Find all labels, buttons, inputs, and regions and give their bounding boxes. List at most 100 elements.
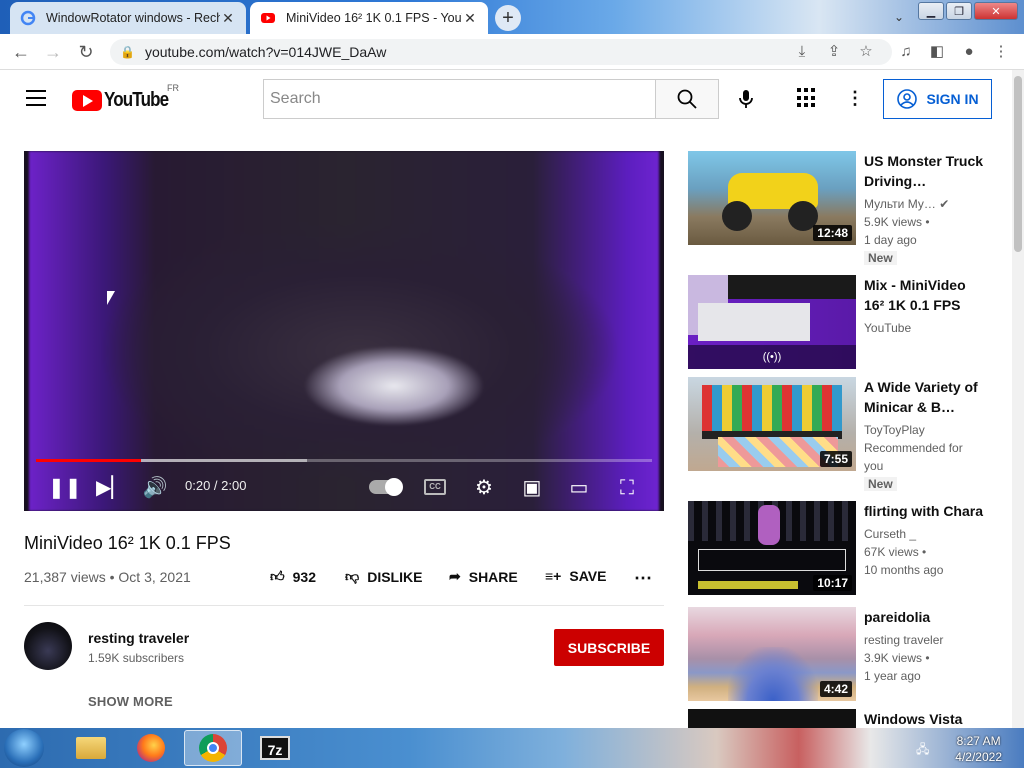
youtube-play-icon bbox=[72, 90, 102, 111]
rec-age: 10 months ago bbox=[864, 563, 944, 577]
volume-icon[interactable]: 🔊 bbox=[142, 475, 168, 501]
settings-more-icon[interactable]: ⋮ bbox=[845, 88, 865, 108]
country-code: FR bbox=[167, 83, 179, 93]
rec-views: 3.9K views • bbox=[864, 651, 930, 665]
microphone-icon[interactable] bbox=[734, 87, 758, 111]
tab-windowrotator[interactable]: WindowRotator windows - Reche ✕ bbox=[10, 2, 246, 34]
search-input[interactable]: Search bbox=[263, 79, 656, 119]
chrome-icon bbox=[199, 734, 227, 762]
install-icon[interactable]: ⤓ bbox=[792, 42, 812, 62]
sevenzip-icon: 7z bbox=[260, 736, 290, 760]
logo-text: YouTube bbox=[104, 89, 169, 111]
share-button[interactable]: ➦ SHARE bbox=[449, 568, 518, 585]
new-badge: New bbox=[864, 477, 897, 491]
playlist-add-icon: ≡+ bbox=[545, 568, 562, 584]
close-tab-icon[interactable]: ✕ bbox=[220, 10, 236, 27]
rec-title: US Monster Truck Driving… bbox=[864, 153, 984, 189]
tab-minivideo[interactable]: MiniVideo 16² 1K 0.1 FPS - YouTu ✕ bbox=[250, 2, 488, 34]
explorer-taskbar-button[interactable] bbox=[62, 730, 120, 766]
address-bar[interactable]: 🔒 youtube.com/watch?v=014JWE_DaAw bbox=[110, 39, 892, 65]
minimize-button[interactable]: ▁ bbox=[918, 2, 944, 20]
save-button[interactable]: ≡+ SAVE bbox=[545, 568, 606, 584]
rec-title: pareidolia bbox=[864, 609, 931, 625]
close-tab-icon[interactable]: ✕ bbox=[462, 10, 478, 27]
rec-reason: Recommended for you bbox=[864, 441, 963, 473]
save-label: SAVE bbox=[569, 568, 607, 584]
close-window-button[interactable]: ✕ bbox=[974, 2, 1018, 20]
dislike-button[interactable]: 👎︎ DISLIKE bbox=[345, 568, 422, 585]
window-controls: ▁ ❐ ✕ bbox=[918, 2, 1018, 20]
scrollbar-thumb[interactable] bbox=[1014, 76, 1022, 252]
subscribe-button[interactable]: SUBSCRIBE bbox=[554, 629, 664, 666]
sign-in-button[interactable]: SIGN IN bbox=[883, 79, 992, 119]
start-button[interactable] bbox=[4, 729, 44, 767]
share-label: SHARE bbox=[468, 568, 518, 585]
video-frame[interactable] bbox=[29, 151, 659, 511]
show-more-button[interactable]: SHOW MORE bbox=[88, 694, 173, 709]
apps-grid-icon[interactable] bbox=[797, 88, 817, 108]
menu-icon[interactable] bbox=[26, 90, 46, 106]
more-actions-icon[interactable]: ⋯ bbox=[634, 568, 652, 589]
side-panel-icon[interactable]: ◧ bbox=[927, 42, 947, 62]
search-button[interactable] bbox=[655, 79, 719, 119]
video-thumbnail[interactable]: 4:42 bbox=[688, 607, 856, 701]
sign-in-label: SIGN IN bbox=[926, 91, 979, 107]
chrome-menu-icon[interactable]: ⋮ bbox=[991, 42, 1011, 62]
channel-avatar[interactable] bbox=[24, 622, 72, 670]
bookmark-star-icon[interactable]: ☆ bbox=[856, 42, 876, 62]
forward-icon[interactable]: → bbox=[42, 41, 64, 63]
recommendation-item[interactable]: Windows Vista bbox=[688, 709, 998, 728]
progress-bar[interactable] bbox=[36, 459, 652, 462]
subscriber-count: 1.59K subscribers bbox=[88, 651, 185, 665]
like-count: 932 bbox=[292, 568, 316, 585]
maximize-button[interactable]: ❐ bbox=[946, 2, 972, 20]
clock-date: 4/2/2022 bbox=[955, 750, 1002, 764]
autoplay-toggle[interactable] bbox=[369, 478, 403, 496]
subtitles-icon[interactable]: CC bbox=[424, 479, 446, 495]
channel-name[interactable]: resting traveler bbox=[88, 630, 189, 646]
network-icon[interactable]: 🖧 bbox=[916, 740, 932, 756]
divider bbox=[24, 605, 664, 606]
fullscreen-icon[interactable]: ⛶ bbox=[614, 475, 640, 501]
share-icon[interactable]: ⇪ bbox=[824, 42, 844, 62]
duration-badge: 12:48 bbox=[813, 225, 852, 241]
thumbs-up-icon: 👍︎ bbox=[270, 568, 285, 584]
tab-search-icon[interactable]: ⌄ bbox=[886, 6, 912, 28]
page-scrollbar[interactable] bbox=[1012, 70, 1024, 728]
url-text: youtube.com/watch?v=014JWE_DaAw bbox=[144, 44, 387, 60]
media-control-icon[interactable]: ♫ bbox=[896, 42, 916, 62]
lock-icon[interactable]: 🔒 bbox=[120, 45, 135, 59]
video-thumbnail[interactable]: 10:17 bbox=[688, 501, 856, 595]
video-thumbnail[interactable] bbox=[688, 709, 856, 728]
theater-mode-icon[interactable]: ▭ bbox=[565, 475, 593, 501]
rec-views: 5.9K views • bbox=[864, 215, 930, 229]
settings-gear-icon[interactable]: ⚙ bbox=[471, 475, 497, 501]
mouse-cursor bbox=[107, 291, 115, 305]
youtube-icon bbox=[261, 13, 275, 23]
like-button[interactable]: 👍︎ 932 bbox=[270, 568, 316, 585]
rec-channel: resting traveler bbox=[864, 633, 944, 647]
miniplayer-icon[interactable]: ▣ bbox=[518, 475, 546, 501]
pause-icon[interactable]: ❚❚ bbox=[48, 475, 82, 501]
rec-age: 1 year ago bbox=[864, 669, 921, 683]
chrome-taskbar-button[interactable] bbox=[184, 730, 242, 766]
reload-icon[interactable]: ↻ bbox=[75, 41, 97, 63]
back-icon[interactable]: ← bbox=[10, 41, 32, 63]
new-badge: New bbox=[864, 251, 897, 265]
browser-toolbar: ← → ↻ 🔒 youtube.com/watch?v=014JWE_DaAw … bbox=[0, 34, 1024, 70]
next-icon[interactable]: ▶▏ bbox=[96, 475, 127, 501]
new-tab-button[interactable]: + bbox=[495, 5, 521, 31]
firefox-taskbar-button[interactable] bbox=[122, 730, 180, 766]
profile-icon[interactable]: ● bbox=[959, 42, 979, 62]
video-player[interactable]: ❚❚ ▶▏ 🔊 0:20 / 2:00 CC ⚙ ▣ ▭ ⛶ bbox=[24, 151, 664, 511]
live-mix-icon: ((•)) bbox=[688, 345, 856, 369]
youtube-logo[interactable]: YouTube FR bbox=[72, 83, 180, 112]
account-icon bbox=[897, 89, 918, 109]
mix-thumbnail[interactable]: ((•)) bbox=[688, 275, 856, 369]
sevenzip-taskbar-button[interactable]: 7z bbox=[246, 730, 304, 766]
dislike-label: DISLIKE bbox=[367, 568, 423, 585]
video-thumbnail[interactable]: 7:55 bbox=[688, 377, 856, 471]
windows-taskbar: 7z 🖧 8:27 AM 4/2/2022 bbox=[0, 728, 1024, 768]
taskbar-clock[interactable]: 8:27 AM 4/2/2022 bbox=[955, 733, 1002, 765]
video-thumbnail[interactable]: 12:48 bbox=[688, 151, 856, 245]
